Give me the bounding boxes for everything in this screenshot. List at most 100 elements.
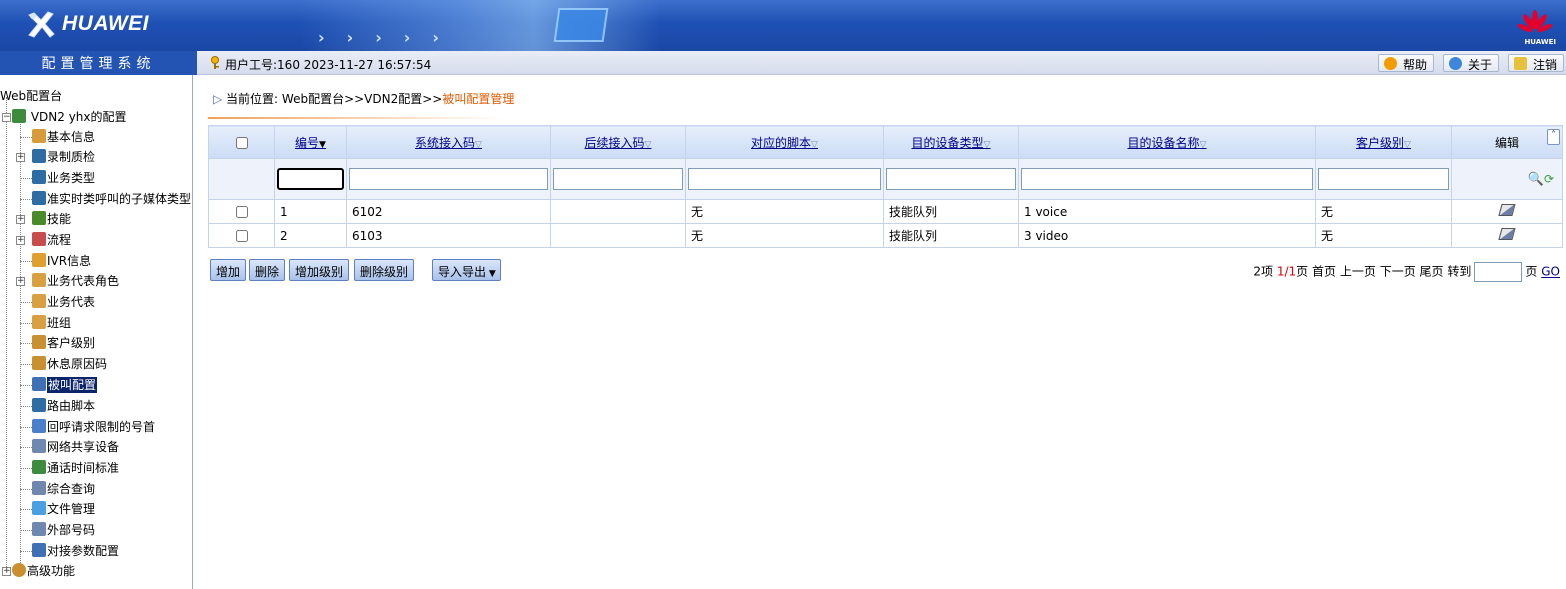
filter-cell-script bbox=[685, 158, 884, 200]
tree-root-web-console[interactable]: Web配置台 bbox=[0, 86, 62, 106]
cell-system-access-code: 6103 bbox=[346, 223, 551, 248]
tree-item-interface-params[interactable]: 对接参数配置 bbox=[32, 541, 119, 561]
pager-last-link[interactable]: 尾页 bbox=[1420, 265, 1444, 279]
team-icon bbox=[32, 315, 46, 329]
recording-qc-icon bbox=[32, 149, 46, 163]
refresh-icon[interactable]: ⟳ bbox=[1544, 172, 1554, 186]
pager-go-link[interactable]: GO bbox=[1541, 265, 1560, 279]
pager-goto-input[interactable] bbox=[1474, 262, 1523, 282]
expand-icon[interactable]: + bbox=[16, 277, 25, 286]
header-subsequent-access-code[interactable]: 后续接入码▽ bbox=[550, 125, 686, 159]
tree-item-file-management[interactable]: 文件管理 bbox=[32, 499, 95, 519]
search-icon[interactable]: 🔍 bbox=[1528, 172, 1544, 187]
tree-item-external-number[interactable]: 外部号码 bbox=[32, 520, 95, 540]
cell-device-type: 技能队列 bbox=[883, 223, 1019, 248]
business-type-icon bbox=[32, 170, 46, 184]
navigation-tree: Web配置台 − VDN2 yhx的配置 基本信息 + 录制质检 业务类型 准实… bbox=[0, 75, 193, 589]
filter-device-type-input[interactable] bbox=[886, 168, 1016, 190]
tree-item-rest-reason[interactable]: 休息原因码 bbox=[32, 354, 107, 374]
tree-item-basic-info[interactable]: 基本信息 bbox=[32, 127, 95, 147]
expand-icon[interactable]: + bbox=[16, 153, 25, 162]
header-system-access-code[interactable]: 系统接入码▽ bbox=[346, 125, 551, 159]
help-button[interactable]: 帮助 bbox=[1378, 54, 1435, 72]
tree-item-ivr-info[interactable]: IVR信息 bbox=[32, 251, 91, 271]
pager-next-link[interactable]: 下一页 bbox=[1380, 265, 1416, 279]
cell-customer-level: 无 bbox=[1315, 223, 1452, 248]
tree-item-callback-prefix[interactable]: 回呼请求限制的号首 bbox=[32, 417, 155, 437]
filter-cell-customer-level bbox=[1315, 158, 1452, 200]
pager-page-label: 页 bbox=[1525, 264, 1538, 279]
header-script[interactable]: 对应的脚本▽ bbox=[685, 125, 884, 159]
filter-system-access-code-input[interactable] bbox=[349, 168, 548, 190]
user-toolbar: 用户工号:160 2023-11-27 16:57:54 帮助 关于 注销 bbox=[197, 51, 1566, 75]
delete-level-button[interactable]: 删除级别 bbox=[354, 259, 415, 281]
tree-item-call-duration-standard[interactable]: 通话时间标准 bbox=[32, 458, 119, 478]
rest-reason-icon bbox=[32, 356, 46, 370]
tree-item-skills[interactable]: 技能 bbox=[32, 209, 71, 229]
import-export-button[interactable]: 导入导出 ▼ bbox=[432, 259, 501, 281]
edit-icon[interactable] bbox=[1498, 204, 1516, 216]
huawei-x-logo-icon bbox=[28, 11, 55, 38]
tree-item-flow[interactable]: 流程 bbox=[32, 230, 71, 250]
filter-device-name-input[interactable] bbox=[1021, 168, 1313, 190]
select-all-checkbox[interactable] bbox=[235, 136, 248, 149]
table-row: 1 6102 无 技能队列 1 voice 无 bbox=[208, 199, 1563, 224]
row-checkbox[interactable] bbox=[235, 230, 248, 242]
filter-customer-level-input[interactable] bbox=[1318, 168, 1449, 190]
tree-item-recording-qc[interactable]: 录制质检 bbox=[32, 147, 95, 167]
tree-item-business-type[interactable]: 业务类型 bbox=[32, 168, 95, 188]
chevron-down-icon: ▼ bbox=[486, 269, 496, 279]
filter-id-input[interactable] bbox=[277, 168, 344, 190]
expand-icon[interactable]: + bbox=[2, 567, 11, 576]
pager-first-link[interactable]: 首页 bbox=[1312, 265, 1336, 279]
header-id[interactable]: 编号▼ bbox=[274, 125, 347, 159]
tree-item-called-config[interactable]: 被叫配置 bbox=[32, 375, 98, 395]
user-info-text: 用户工号:160 2023-11-27 16:57:54 bbox=[225, 58, 432, 72]
ivr-icon bbox=[32, 253, 46, 267]
tree-item-agent[interactable]: 业务代表 bbox=[32, 292, 95, 312]
cell-subsequent-access-code bbox=[550, 223, 686, 248]
add-button[interactable]: 增加 bbox=[210, 259, 247, 281]
help-icon bbox=[1384, 57, 1397, 70]
cell-subsequent-access-code bbox=[550, 199, 686, 224]
header-customer-level[interactable]: 客户级别▽ bbox=[1315, 125, 1452, 159]
pager-prev-link[interactable]: 上一页 bbox=[1340, 265, 1376, 279]
agent-role-icon bbox=[32, 273, 46, 287]
filter-script-input[interactable] bbox=[688, 168, 881, 190]
expand-icon[interactable]: + bbox=[16, 236, 25, 245]
file-management-icon bbox=[32, 501, 46, 515]
breadcrumb-divider bbox=[208, 117, 503, 119]
cell-script: 无 bbox=[685, 223, 884, 248]
about-button[interactable]: 关于 bbox=[1443, 54, 1500, 72]
add-level-button[interactable]: 增加级别 bbox=[289, 259, 350, 281]
cell-id: 1 bbox=[274, 199, 347, 224]
tree-item-submedia-type[interactable]: 准实时类呼叫的子媒体类型 bbox=[32, 189, 191, 209]
expand-icon[interactable]: + bbox=[16, 215, 25, 224]
breadcrumb-current: 被叫配置管理 bbox=[442, 92, 515, 106]
header-device-type[interactable]: 目的设备类型▽ bbox=[883, 125, 1019, 159]
tree-item-comprehensive-query[interactable]: 综合查询 bbox=[32, 479, 95, 499]
row-checkbox[interactable] bbox=[235, 206, 248, 218]
tree-item-agent-role[interactable]: 业务代表角色 bbox=[32, 271, 119, 291]
cell-device-name: 1 voice bbox=[1018, 199, 1316, 224]
pager-item-count: 2项 bbox=[1253, 264, 1274, 279]
logout-button[interactable]: 注销 bbox=[1508, 54, 1565, 72]
header-arrows-decoration: ››››› bbox=[318, 28, 461, 47]
header-device-name[interactable]: 目的设备名称▽ bbox=[1018, 125, 1316, 159]
edit-icon[interactable] bbox=[1498, 228, 1516, 240]
tree-item-network-shared-device[interactable]: 网络共享设备 bbox=[32, 437, 119, 457]
brand-logo-text: HUAWEI bbox=[62, 12, 149, 35]
filter-subsequent-access-code-input[interactable] bbox=[553, 168, 683, 190]
tree-node-vdn2[interactable]: VDN2 yhx的配置 bbox=[12, 107, 127, 127]
sort-icon: ▽ bbox=[1199, 139, 1207, 150]
tree-node-advanced[interactable]: 高级功能 bbox=[12, 561, 75, 581]
cell-id: 2 bbox=[274, 223, 347, 248]
tree-item-team[interactable]: 班组 bbox=[32, 313, 71, 333]
tree-item-customer-level[interactable]: 客户级别 bbox=[32, 333, 95, 353]
delete-button[interactable]: 删除 bbox=[249, 259, 286, 281]
pager-page-unit: 页 bbox=[1296, 264, 1309, 279]
collapse-filter-icon[interactable]: ˄ bbox=[1547, 129, 1560, 145]
collapse-icon[interactable]: − bbox=[2, 113, 11, 122]
sort-icon: ▽ bbox=[1404, 139, 1411, 150]
tree-item-routing-script[interactable]: 路由脚本 bbox=[32, 396, 95, 416]
